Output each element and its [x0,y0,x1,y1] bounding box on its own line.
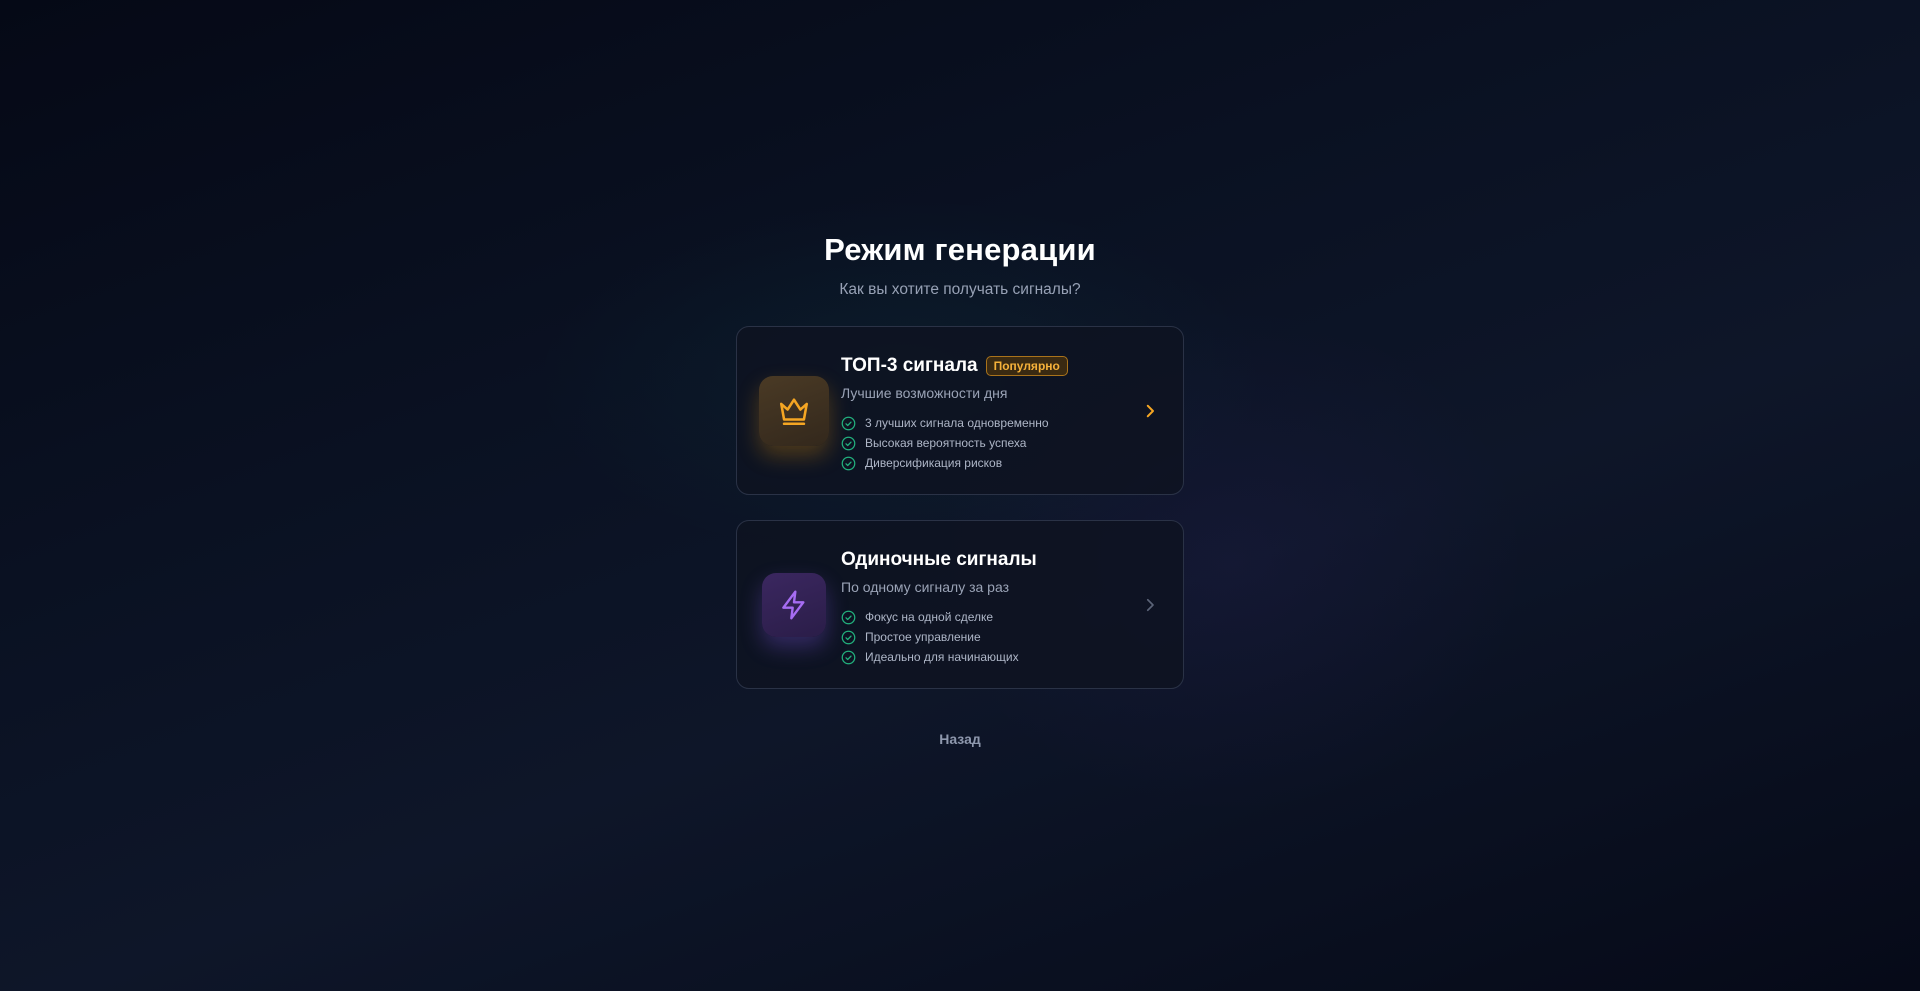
chevron-right-icon[interactable] [1141,402,1159,420]
mode-selection-screen: Режим генерации Как вы хотите получать с… [0,0,1920,991]
check-circle-icon [841,650,856,664]
mode-card-description: Лучшие возможности дня [841,385,1008,401]
feature-text: 3 лучших сигнала одновременно [865,416,1049,430]
check-circle-icon [841,610,856,624]
check-circle-icon [841,436,856,450]
back-row: Назад [0,731,1920,749]
feature-text: Простое управление [865,630,981,644]
mode-card-single[interactable]: Одиночные сигналы По одному сигналу за р… [736,520,1184,689]
check-circle-icon [841,630,856,644]
feature-item: Простое управление [841,627,1037,647]
feature-item: Диверсификация рисков [841,453,1068,473]
chevron-right-icon[interactable] [1141,596,1159,614]
feature-item: Высокая вероятность успеха [841,433,1068,453]
feature-list: 3 лучших сигнала одновременно Высокая ве… [841,413,1068,473]
feature-item: Фокус на одной сделке [841,607,1037,627]
feature-item: 3 лучших сигнала одновременно [841,413,1068,433]
lightning-icon-box [762,573,826,637]
check-circle-icon [841,416,856,430]
mode-card-top3[interactable]: ТОП-3 сигнала Популярно Лучшие возможнос… [736,326,1184,495]
popular-badge: Популярно [985,356,1068,376]
lightning-icon [782,590,805,620]
feature-item: Идеально для начинающих [841,647,1037,667]
back-button[interactable]: Назад [939,731,981,747]
feature-text: Высокая вероятность успеха [865,436,1027,450]
feature-list: Фокус на одной сделке Простое управление… [841,607,1037,667]
crown-icon-box [759,376,829,446]
mode-card-title: ТОП-3 сигнала [841,355,978,376]
feature-text: Идеально для начинающих [865,650,1019,664]
check-circle-icon [841,456,856,470]
feature-text: Диверсификация рисков [865,456,1003,470]
page-title: Режим генерации [824,232,1096,267]
page-subtitle: Как вы хотите получать сигналы? [839,281,1081,298]
feature-text: Фокус на одной сделке [865,610,994,624]
mode-card-title: Одиночные сигналы [841,549,1037,570]
crown-icon [779,398,809,426]
mode-card-description: По одному сигналу за раз [841,579,1010,595]
